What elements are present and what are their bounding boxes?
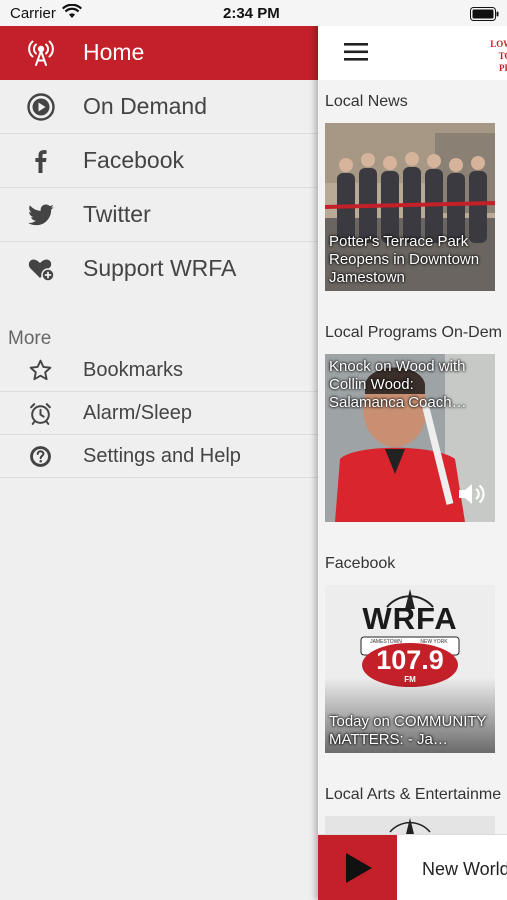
help-gear-icon — [28, 444, 53, 469]
wrfa-logo-frequency: 107.9 — [376, 645, 444, 675]
alarm-clock-icon — [28, 401, 53, 426]
nav-item-home[interactable]: Home — [0, 26, 318, 80]
main-panel: LOW P TO PR Local News — [318, 0, 507, 900]
play-circle-icon — [27, 93, 55, 121]
heart-plus-icon — [27, 255, 55, 283]
section-title-local-programs: Local Programs On-Dem — [325, 324, 502, 341]
section-title-local-arts: Local Arts & Entertainme — [325, 786, 502, 803]
arts-tile[interactable] — [325, 816, 495, 836]
section-title-facebook: Facebook — [325, 555, 396, 572]
station-logo: LOW P TO PR — [475, 38, 507, 74]
play-button[interactable] — [318, 835, 397, 900]
wrfa-logo-name: WRFA — [362, 601, 458, 636]
status-bar: Carrier 2:34 PM — [0, 0, 507, 26]
logo-line: TO — [498, 51, 507, 61]
content-feed: Local News Potter's Terrace Park Reopens… — [318, 80, 507, 836]
nav-item-label: On Demand — [83, 93, 208, 119]
side-drawer: Home On Demand Facebook Twitter Support … — [0, 26, 318, 900]
now-playing-title: New World — [422, 859, 507, 879]
clock-time: 2:34 PM — [223, 5, 280, 22]
speaker-audio-icon — [457, 481, 487, 512]
menu-item-settings-help[interactable]: Settings and Help — [0, 435, 318, 478]
hamburger-menu-icon[interactable] — [344, 42, 368, 62]
nav-item-label: Support WRFA — [83, 255, 237, 281]
menu-item-label: Alarm/Sleep — [83, 402, 192, 424]
radio-tower-icon — [27, 39, 55, 67]
mini-player: New World — [318, 834, 507, 900]
logo-line: PR — [499, 63, 507, 73]
menu-item-label: Settings and Help — [83, 445, 241, 467]
battery-icon — [470, 7, 500, 26]
nav-item-label: Home — [83, 39, 145, 65]
tile-caption: Today on COMMUNITY MATTERS: - Ja… — [329, 713, 487, 748]
nav-item-twitter[interactable]: Twitter — [0, 188, 318, 242]
nav-item-support-wrfa[interactable]: Support WRFA — [0, 242, 318, 296]
menu-item-alarm-sleep[interactable]: Alarm/Sleep — [0, 392, 318, 435]
star-icon — [28, 358, 53, 383]
twitter-icon — [27, 201, 55, 229]
facebook-icon — [27, 147, 55, 175]
tile-caption: Knock on Wood with Collin Wood: Salamanc… — [329, 358, 467, 411]
wifi-icon — [62, 3, 82, 25]
nav-item-on-demand[interactable]: On Demand — [0, 80, 318, 134]
news-tile[interactable]: Potter's Terrace Park Reopens in Downtow… — [325, 123, 495, 291]
nav-item-label: Twitter — [83, 201, 151, 227]
nav-item-facebook[interactable]: Facebook — [0, 134, 318, 188]
carrier-label: Carrier — [10, 5, 56, 22]
nav-item-label: Facebook — [83, 147, 185, 173]
arts-tile-image — [389, 818, 431, 834]
more-section-title: More — [8, 328, 52, 349]
play-icon — [346, 853, 372, 883]
wrfa-logo-band: FM — [404, 675, 416, 684]
tile-caption: Potter's Terrace Park Reopens in Downtow… — [329, 233, 480, 286]
section-title-local-news: Local News — [325, 93, 408, 110]
program-tile[interactable]: Knock on Wood with Collin Wood: Salamanc… — [325, 354, 495, 522]
menu-item-label: Bookmarks — [83, 359, 184, 381]
facebook-tile[interactable]: WRFA JAMESTOWN NEW YORK 107.9 FM Today o… — [325, 585, 495, 753]
logo-line: LOW P — [490, 39, 507, 49]
menu-item-bookmarks[interactable]: Bookmarks — [0, 349, 318, 392]
